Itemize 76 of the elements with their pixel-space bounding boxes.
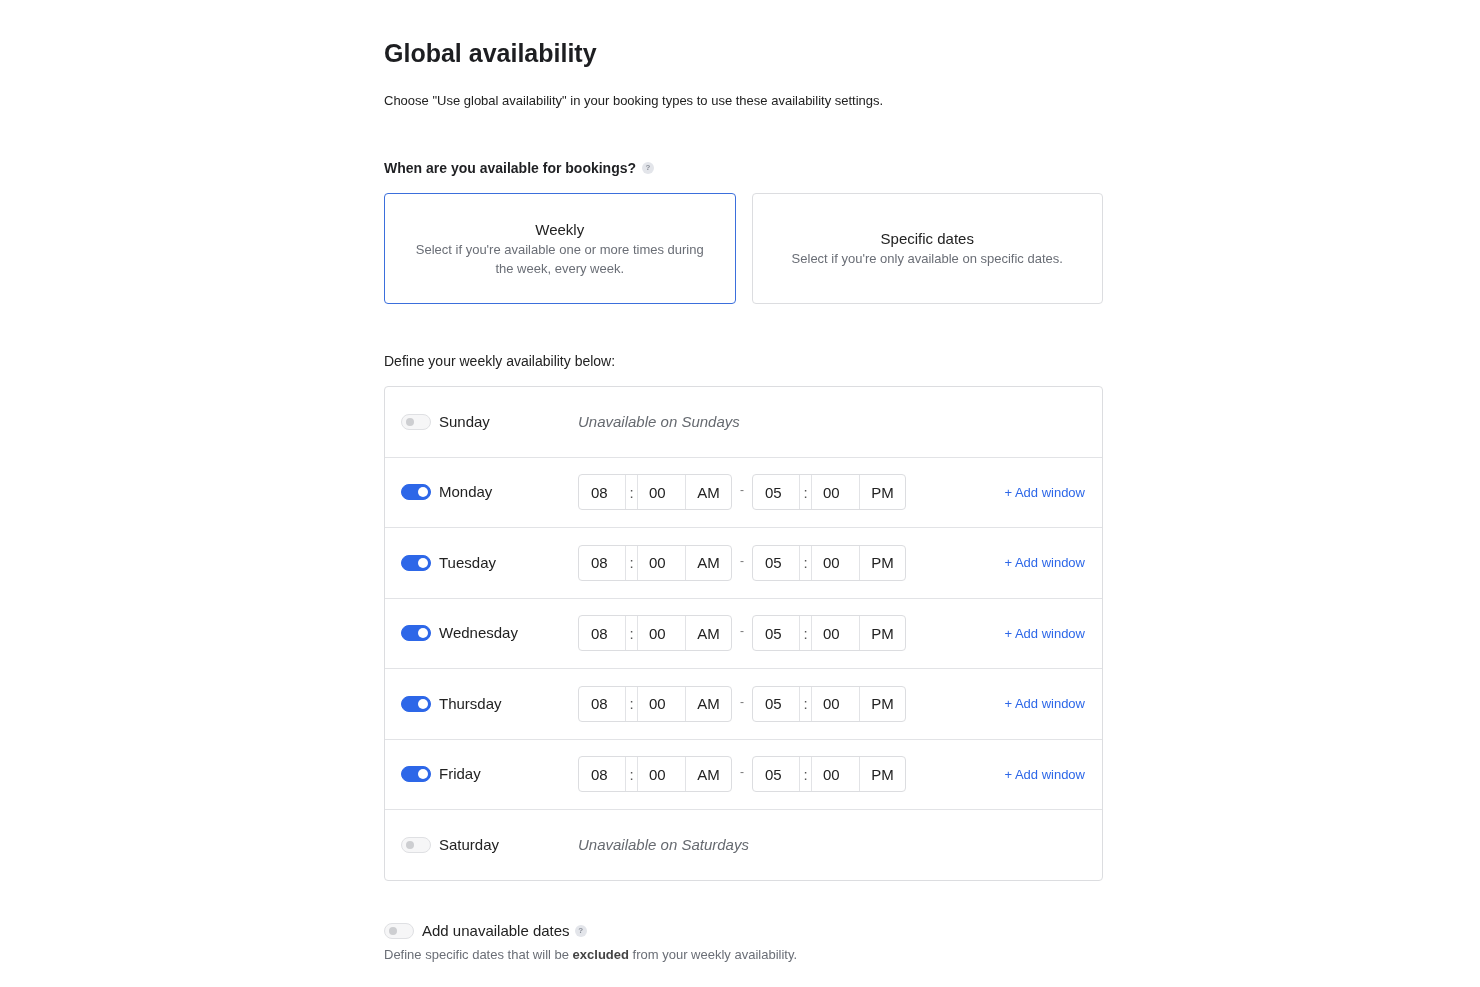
minute-field[interactable]: 00 [638, 545, 686, 580]
page-subtitle: Choose "Use global availability" in your booking types to use these availability settings. [384, 92, 884, 110]
option-card[interactable]: Specific dates Select if you're only available on specific dates. [751, 193, 1103, 304]
hour-field[interactable]: 05 [753, 475, 800, 510]
option-title: Weekly [535, 219, 585, 240]
hour-field[interactable]: 08 [579, 757, 626, 792]
minute-field[interactable]: 00 [812, 616, 860, 651]
add-window-link[interactable]: + Add window [1004, 625, 1085, 641]
toggle-switch[interactable] [401, 625, 431, 642]
period-field[interactable]: AM [686, 757, 731, 792]
section-heading: Define your weekly availability below: [384, 352, 616, 371]
hour-field[interactable]: 08 [579, 545, 626, 580]
day-label: Wednesday [439, 623, 518, 644]
day-label: Tuesday [439, 552, 496, 573]
option-description: Select if you're available one or more times during the week, every week. [414, 240, 705, 278]
add-window-link[interactable]: + Add window [1004, 696, 1085, 712]
range-dash: - [739, 553, 745, 568]
hour-field[interactable]: 05 [753, 686, 800, 721]
option-card[interactable]: Weekly Select if you're available one or more times during the week, every week. [384, 193, 736, 304]
minute-field[interactable]: 00 [638, 686, 686, 721]
period-field[interactable]: PM [860, 475, 905, 510]
hour-field[interactable]: 05 [753, 545, 800, 580]
minute-field[interactable]: 00 [812, 686, 860, 721]
helper-text: Define specific dates that will be excluded from your weekly availability. [384, 945, 798, 964]
period-field[interactable]: PM [860, 686, 905, 721]
time-separator: : [800, 545, 812, 580]
add-window-link[interactable]: + Add window [1004, 555, 1085, 571]
time-separator: : [626, 616, 638, 651]
minute-field[interactable]: 00 [812, 475, 860, 510]
toggle-switch[interactable] [401, 695, 431, 712]
hour-field[interactable]: 08 [579, 686, 626, 721]
minute-field[interactable]: 00 [638, 616, 686, 651]
time-separator: : [800, 475, 812, 510]
period-field[interactable]: AM [686, 545, 731, 580]
add-window-link[interactable]: + Add window [1004, 484, 1085, 500]
range-dash: - [739, 694, 745, 709]
minute-field[interactable]: 00 [638, 757, 686, 792]
period-field[interactable]: AM [686, 686, 731, 721]
time-separator: : [626, 757, 638, 792]
day-label: Saturday [439, 834, 500, 855]
hour-field[interactable]: 08 [579, 475, 626, 510]
period-field[interactable]: PM [860, 545, 905, 580]
time-separator: : [626, 686, 638, 721]
range-dash: - [739, 624, 745, 639]
option-description: Select if you're only available on specific dates. [791, 250, 1063, 268]
hour-field[interactable]: 08 [579, 616, 626, 651]
day-label: Monday [439, 482, 493, 503]
unavailable-note: Unavailable on Saturdays [578, 834, 749, 855]
toggle-label: Add unavailable dates [422, 920, 570, 941]
option-title: Specific dates [880, 229, 974, 249]
minute-field[interactable]: 00 [638, 475, 686, 510]
time-separator: : [800, 686, 812, 721]
page-title: Global availability [384, 38, 597, 68]
period-field[interactable]: AM [686, 616, 731, 651]
minute-field[interactable]: 00 [812, 757, 860, 792]
unavailable-note: Unavailable on Sundays [578, 411, 740, 432]
time-separator: : [800, 616, 812, 651]
minute-field[interactable]: 00 [812, 545, 860, 580]
range-dash: - [739, 765, 745, 780]
range-dash: - [739, 483, 745, 498]
period-field[interactable]: PM [860, 616, 905, 651]
day-label: Friday [439, 764, 481, 785]
time-separator: : [626, 475, 638, 510]
toggle-switch[interactable] [401, 766, 431, 783]
question-label: When are you available for bookings? [384, 159, 637, 178]
day-label: Thursday [439, 693, 502, 714]
day-label: Sunday [439, 411, 490, 432]
period-field[interactable]: AM [686, 475, 731, 510]
toggle-switch[interactable] [401, 484, 431, 501]
time-separator: : [800, 757, 812, 792]
hour-field[interactable]: 05 [753, 757, 800, 792]
toggle-switch[interactable] [401, 554, 431, 571]
add-window-link[interactable]: + Add window [1004, 766, 1085, 782]
hour-field[interactable]: 05 [753, 616, 800, 651]
time-separator: : [626, 545, 638, 580]
period-field[interactable]: PM [860, 757, 905, 792]
